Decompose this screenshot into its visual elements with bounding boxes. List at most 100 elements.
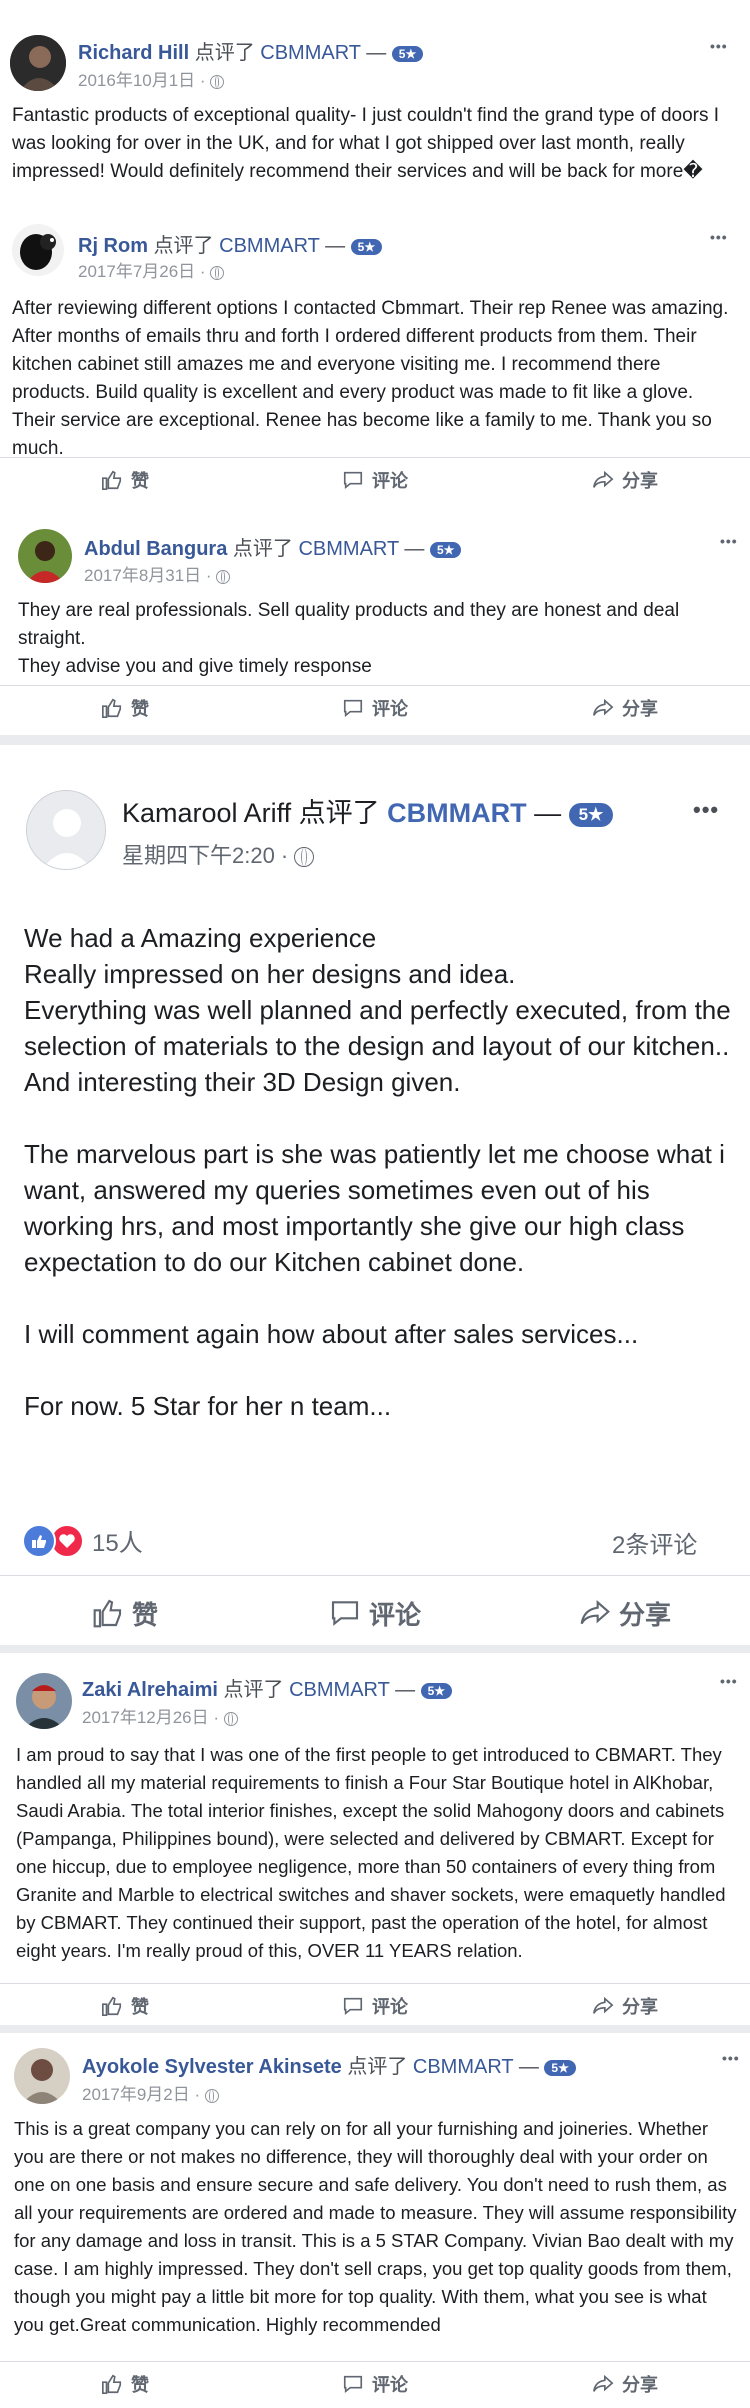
more-options-icon[interactable]: •••: [693, 797, 719, 823]
like-label: 赞: [131, 2375, 149, 2395]
review-verb: 点评了: [153, 235, 214, 257]
comments-count[interactable]: 2条评论: [612, 1525, 697, 1560]
share-icon: [580, 1599, 610, 1625]
dash: —: [395, 1679, 416, 1701]
review-verb: 点评了: [194, 42, 255, 64]
review-card: Kamarool Ariff 点评了 CBMMART — 5★ 星期四下午2:2…: [0, 745, 750, 1645]
review-text: After reviewing different options I cont…: [12, 298, 733, 459]
page-name-link[interactable]: CBMMART: [298, 538, 398, 560]
share-button[interactable]: 分享: [500, 463, 750, 497]
rating-badge: 5★: [544, 2059, 576, 2076]
review-card: Zaki Alrehaimi 点评了 CBMMART — 5★ 2017年12月…: [0, 1653, 750, 2033]
more-options-icon[interactable]: •••: [720, 1673, 738, 1689]
review-card: Abdul Bangura 点评了 CBMMART — 5★ 2017年8月31…: [0, 515, 750, 735]
page-name-link[interactable]: CBMMART: [219, 235, 319, 257]
divider: [0, 1575, 750, 1576]
action-bar: 赞 评论 分享: [0, 691, 750, 725]
avatar[interactable]: [12, 224, 64, 276]
like-button[interactable]: 赞: [0, 691, 250, 725]
comment-button[interactable]: 评论: [250, 2367, 500, 2401]
share-icon: [593, 1996, 614, 2014]
share-icon: [593, 698, 614, 716]
review-text: I am proud to say that I was one of the …: [16, 1744, 731, 1961]
share-label: 分享: [622, 471, 658, 491]
thumbs-up-icon: [93, 1599, 122, 1628]
comment-icon: [343, 471, 363, 490]
review-date[interactable]: 2017年9月2日 ·: [82, 2085, 200, 2104]
like-button[interactable]: 赞: [0, 1588, 250, 1638]
like-label: 赞: [131, 471, 149, 491]
globe-icon: [294, 847, 315, 868]
thumbs-up-icon: [102, 1996, 122, 2016]
review-text: This is a great company you can rely on …: [14, 2118, 742, 2335]
review-date[interactable]: 2017年12月26日 ·: [82, 1708, 219, 1727]
review-verb: 点评了: [347, 2056, 408, 2078]
dash: —: [404, 538, 425, 560]
review-date[interactable]: 2017年8月31日 ·: [84, 566, 212, 585]
dash: —: [518, 2056, 539, 2078]
more-options-icon[interactable]: •••: [722, 2050, 740, 2066]
share-icon: [593, 2374, 614, 2392]
reviewer-name[interactable]: Ayokole Sylvester Akinsete: [82, 2056, 342, 2078]
action-bar: 赞 评论 分享: [0, 463, 750, 497]
review-date[interactable]: 2016年10月1日 ·: [78, 71, 206, 90]
reviewer-name[interactable]: Zaki Alrehaimi: [82, 1679, 218, 1701]
comment-icon: [331, 1601, 359, 1626]
page-name-link[interactable]: CBMMART: [413, 2056, 513, 2078]
comment-icon: [343, 1997, 363, 2016]
share-button[interactable]: 分享: [500, 1588, 750, 1638]
review-card: Richard Hill 点评了 CBMMART — 5★ 2016年10月1日…: [0, 0, 750, 215]
comment-button[interactable]: 评论: [250, 691, 500, 725]
section-divider: [0, 735, 750, 745]
share-label: 分享: [618, 1599, 671, 1630]
divider: [0, 457, 750, 458]
reviewer-name[interactable]: Kamarool Ariff: [122, 798, 291, 828]
globe-icon: [204, 2088, 219, 2103]
share-button[interactable]: 分享: [500, 1989, 750, 2023]
comment-label: 评论: [372, 471, 408, 491]
share-label: 分享: [622, 1997, 658, 2017]
section-divider: [0, 2025, 750, 2033]
comment-button[interactable]: 评论: [250, 1989, 500, 2023]
comment-button[interactable]: 评论: [250, 463, 500, 497]
rating-badge: 5★: [568, 802, 614, 827]
more-options-icon[interactable]: •••: [710, 229, 728, 245]
share-button[interactable]: 分享: [500, 691, 750, 725]
page-name-link[interactable]: CBMMART: [260, 42, 360, 64]
dash: —: [534, 798, 562, 828]
globe-icon: [216, 569, 231, 584]
more-options-icon[interactable]: •••: [710, 38, 728, 54]
avatar[interactable]: [18, 529, 72, 583]
reviewer-name[interactable]: Richard Hill: [78, 42, 189, 64]
review-verb: 点评了: [223, 1679, 284, 1701]
globe-icon: [210, 74, 225, 89]
avatar[interactable]: [26, 790, 106, 870]
comment-button[interactable]: 评论: [250, 1588, 500, 1638]
avatar[interactable]: [16, 1673, 72, 1729]
review-date[interactable]: 星期四下午2:20 ·: [122, 843, 288, 868]
reviewer-name[interactable]: Rj Rom: [78, 235, 148, 257]
page-name-link[interactable]: CBMMART: [289, 1679, 389, 1701]
more-options-icon[interactable]: •••: [720, 533, 738, 549]
comment-label: 评论: [372, 2375, 408, 2395]
avatar[interactable]: [10, 35, 66, 91]
page-name-link[interactable]: CBMMART: [387, 798, 526, 828]
review-verb: 点评了: [232, 538, 293, 560]
review-date[interactable]: 2017年7月26日 ·: [78, 262, 206, 281]
share-button[interactable]: 分享: [500, 2367, 750, 2401]
like-button[interactable]: 赞: [0, 1989, 250, 2023]
rating-badge: 5★: [420, 1682, 453, 1699]
reviewer-name[interactable]: Abdul Bangura: [84, 538, 227, 560]
review-text: We had a Amazing experience Really impre…: [24, 923, 731, 1421]
avatar[interactable]: [14, 2048, 70, 2104]
action-bar: 赞 评论 分享: [0, 2367, 750, 2401]
like-button[interactable]: 赞: [0, 463, 250, 497]
rating-badge: 5★: [429, 541, 462, 558]
reactions-summary[interactable]: 15人: [22, 1523, 143, 1558]
share-label: 分享: [622, 699, 658, 719]
like-button[interactable]: 赞: [0, 2367, 250, 2401]
review-card: Ayokole Sylvester Akinsete 点评了 CBMMART —…: [0, 2033, 750, 2408]
review-text: They are real professionals. Sell qualit…: [18, 600, 680, 677]
thumbs-up-icon: [102, 2374, 122, 2394]
like-label: 赞: [131, 699, 149, 719]
